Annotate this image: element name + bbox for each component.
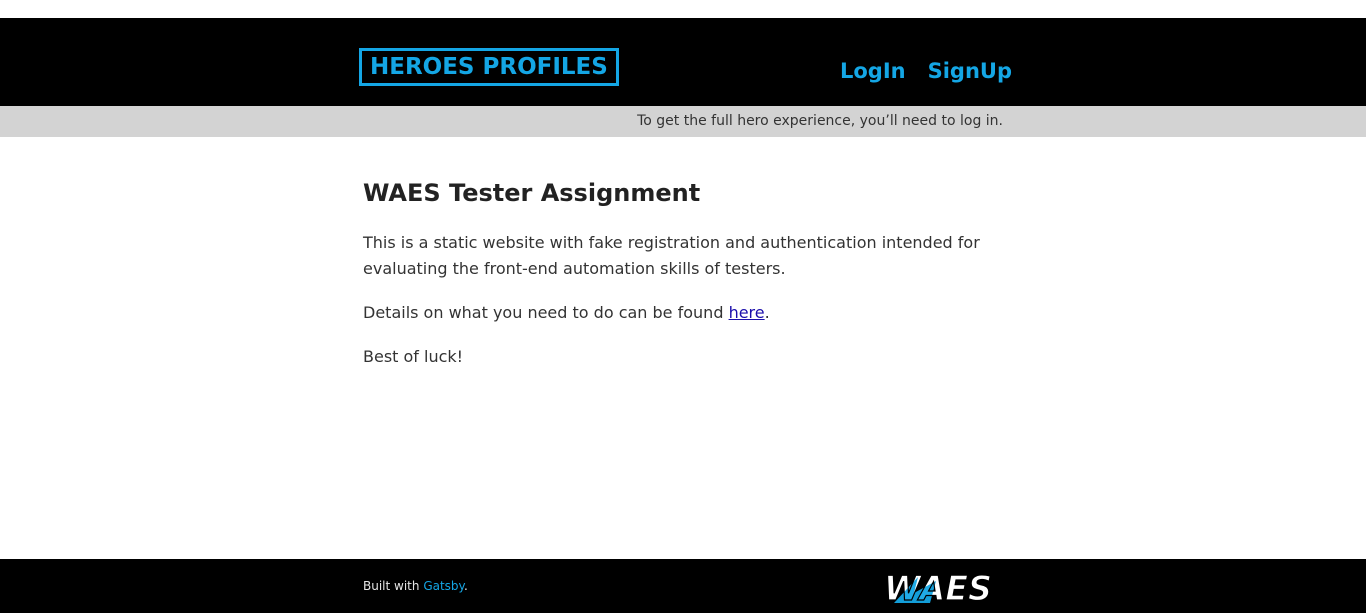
page-title: WAES Tester Assignment xyxy=(363,179,701,207)
signup-link[interactable]: SignUp xyxy=(928,58,1012,84)
details-here-link[interactable]: here xyxy=(729,303,765,322)
login-notice-bar: To get the full hero experience, you’ll … xyxy=(0,106,1366,137)
intro-paragraph: This is a static website with fake regis… xyxy=(363,233,980,278)
details-period: . xyxy=(764,303,770,322)
main-content: WAES Tester Assignment This is a static … xyxy=(363,176,1003,388)
login-notice-text: To get the full hero experience, you’ll … xyxy=(637,113,1003,129)
details-paragraph: Details on what you need to do can be fo… xyxy=(363,300,1003,326)
site-header: HEROES PROFILES LogIn SignUp xyxy=(0,18,1366,106)
waes-logo-icon: WAES WAES xyxy=(884,568,993,607)
built-with-prefix: Built with xyxy=(363,579,424,593)
built-with-suffix: . xyxy=(463,579,468,593)
closing-paragraph: Best of luck! xyxy=(363,347,464,366)
header-nav: LogIn SignUp xyxy=(840,58,1012,84)
login-link[interactable]: LogIn xyxy=(840,58,906,84)
built-with-text: Built with Gatsby. xyxy=(363,579,468,593)
brand-logo-link[interactable]: HEROES PROFILES xyxy=(359,48,619,86)
gatsby-link[interactable]: Gatsby xyxy=(423,579,464,593)
svg-text:WAES: WAES xyxy=(884,569,992,607)
details-text: Details on what you need to do can be fo… xyxy=(363,303,729,322)
site-footer: Built with Gatsby. WAES WAES xyxy=(0,559,1366,613)
